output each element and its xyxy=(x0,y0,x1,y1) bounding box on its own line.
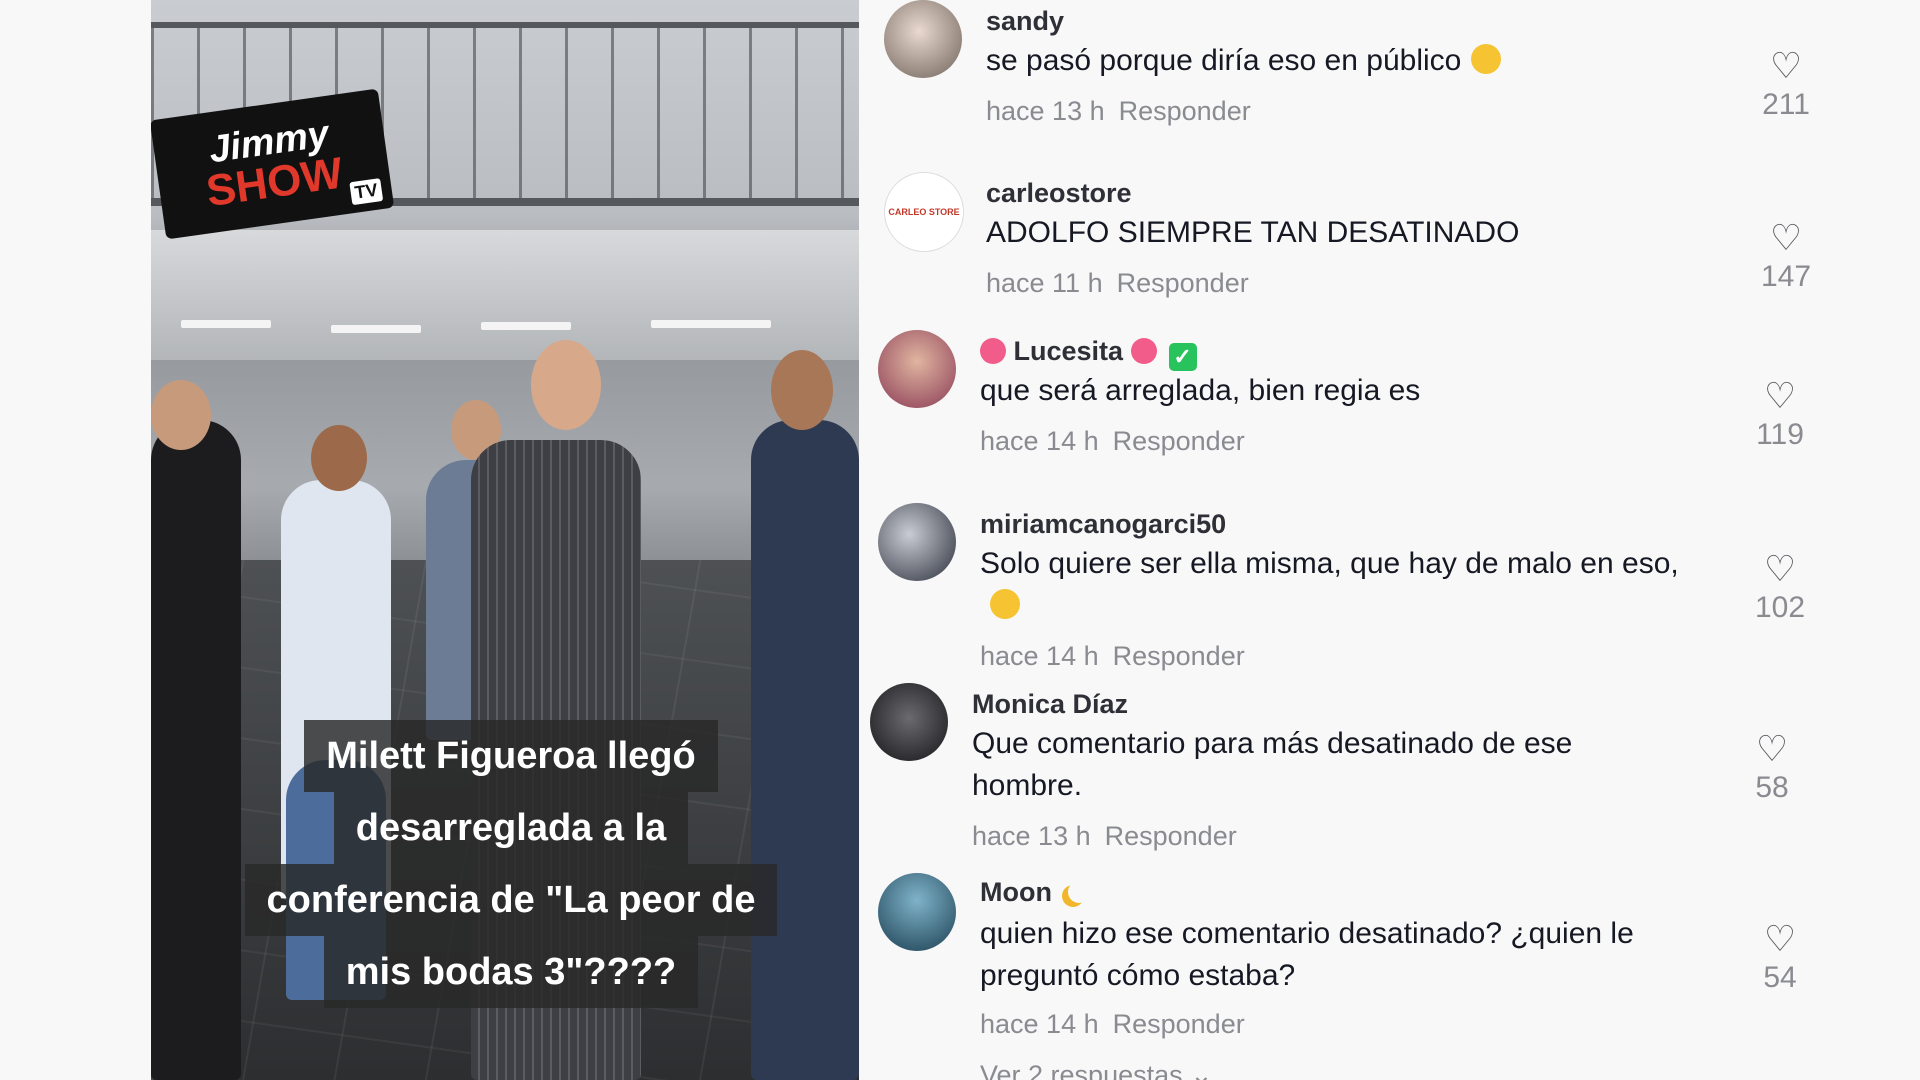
video-player[interactable]: Jimmy SHOW TV Milett Figueroa llegó desa… xyxy=(151,0,859,1080)
reply-button[interactable]: Responder xyxy=(1113,426,1245,456)
heart-outline-icon: ♡ xyxy=(1755,728,1789,769)
comment-text: Que comentario para más desatinado de es… xyxy=(972,727,1573,802)
comment-time: hace 14 h xyxy=(980,641,1099,671)
username-text: Moon xyxy=(980,877,1052,907)
comment-username[interactable]: miriamcanogarci50 xyxy=(980,509,1226,540)
like-count: 54 xyxy=(1763,961,1797,994)
comment-text: ADOLFO SIEMPRE TAN DESATINADO xyxy=(986,216,1520,249)
person-head xyxy=(151,380,211,450)
heart-outline-icon: ♡ xyxy=(1769,45,1803,86)
comment-username[interactable]: Monica Díaz xyxy=(972,689,1128,720)
comment-meta: hace 14 h Responder xyxy=(980,1009,1245,1040)
avatar[interactable] xyxy=(878,873,956,951)
flower-icon xyxy=(980,338,1006,364)
comment-time: hace 13 h xyxy=(972,821,1091,851)
ceiling-light xyxy=(651,320,771,328)
logo-badge: TV xyxy=(349,178,384,206)
comment-username[interactable]: Lucesita ✓ xyxy=(980,336,1197,371)
comment-meta: hace 13 h Responder xyxy=(986,96,1251,127)
comment-text: quien hizo ese comentario desatinado? ¿q… xyxy=(980,917,1634,992)
comment-text: Solo quiere ser ella misma, que hay de m… xyxy=(980,543,1710,627)
heart-outline-icon: ♡ xyxy=(1763,918,1797,959)
avatar[interactable] xyxy=(878,330,956,408)
avatar[interactable]: CARLEO STORE xyxy=(884,172,964,252)
heart-outline-icon: ♡ xyxy=(1769,217,1803,258)
verified-check-icon: ✓ xyxy=(1168,343,1197,371)
comment-text-content: Solo quiere ser ella misma, que hay de m… xyxy=(980,547,1679,580)
caption-line: conferencia de "La peor de xyxy=(244,864,778,936)
comment-meta: hace 14 h Responder xyxy=(980,426,1245,457)
avatar[interactable] xyxy=(878,503,956,581)
like-count: 147 xyxy=(1760,260,1812,293)
comment-meta: hace 14 h Responder xyxy=(980,641,1245,672)
comment-username[interactable]: carleostore xyxy=(986,178,1132,209)
background-ceiling xyxy=(151,230,859,360)
heart-outline-icon: ♡ xyxy=(1763,548,1797,589)
heart-outline-icon: ♡ xyxy=(1763,375,1797,416)
ceiling-light xyxy=(481,322,571,330)
caption-line: Milett Figueroa llegó xyxy=(304,720,718,792)
like-count: 58 xyxy=(1755,771,1789,804)
comments-panel: sandy se pasó porque diría eso en públic… xyxy=(870,0,1820,1080)
comment-text: que será arreglada, bien regia es xyxy=(980,374,1421,407)
comment-username[interactable]: sandy xyxy=(986,6,1064,37)
caption-line: desarreglada a la xyxy=(333,792,689,864)
comment-time: hace 13 h xyxy=(986,96,1105,126)
like-button[interactable]: ♡ 54 xyxy=(1750,919,1810,995)
video-caption: Milett Figueroa llegó desarreglada a la … xyxy=(191,720,831,1008)
comment-time: hace 14 h xyxy=(980,426,1099,456)
comment-time: hace 14 h xyxy=(980,1009,1099,1039)
comment-text-content: se pasó porque diría eso en público xyxy=(986,44,1462,77)
avatar[interactable] xyxy=(870,683,948,761)
reply-button[interactable]: Responder xyxy=(1117,268,1249,298)
woman-head xyxy=(531,340,601,430)
ceiling-light xyxy=(331,325,421,333)
reply-button[interactable]: Responder xyxy=(1113,641,1245,671)
flushed-face-icon xyxy=(990,589,1020,619)
avatar[interactable] xyxy=(884,0,962,78)
like-count: 211 xyxy=(1762,88,1810,121)
reply-button[interactable]: Responder xyxy=(1119,96,1251,126)
caption-line: mis bodas 3"???? xyxy=(323,936,699,1008)
reply-button[interactable]: Responder xyxy=(1113,1009,1245,1039)
person-head xyxy=(771,350,833,430)
username-text: Lucesita xyxy=(1013,336,1124,366)
comment-username[interactable]: Moon xyxy=(980,877,1084,908)
comment-text: se pasó porque diría eso en público xyxy=(986,40,1746,82)
like-button[interactable]: ♡ 119 xyxy=(1750,376,1810,452)
ceiling-light xyxy=(181,320,271,328)
comment-time: hace 11 h xyxy=(986,268,1103,298)
pleading-face-icon xyxy=(1471,44,1502,74)
like-count: 119 xyxy=(1756,418,1804,451)
like-button[interactable]: ♡ 211 xyxy=(1756,46,1816,122)
like-button[interactable]: ♡ 58 xyxy=(1742,729,1802,805)
reply-button[interactable]: Responder xyxy=(1105,821,1237,851)
view-replies-link[interactable]: Ver 2 respuestas ⌄ xyxy=(980,1060,1213,1080)
like-button[interactable]: ♡ 102 xyxy=(1750,549,1810,625)
crescent-moon-icon xyxy=(1068,881,1090,903)
like-button[interactable]: ♡ 147 xyxy=(1756,218,1816,294)
comment-meta: hace 13 h Responder xyxy=(972,821,1237,852)
like-count: 102 xyxy=(1754,591,1806,624)
flower-icon xyxy=(1130,338,1157,364)
person-head xyxy=(311,425,367,491)
comment-meta: hace 11 h Responder xyxy=(986,268,1249,299)
